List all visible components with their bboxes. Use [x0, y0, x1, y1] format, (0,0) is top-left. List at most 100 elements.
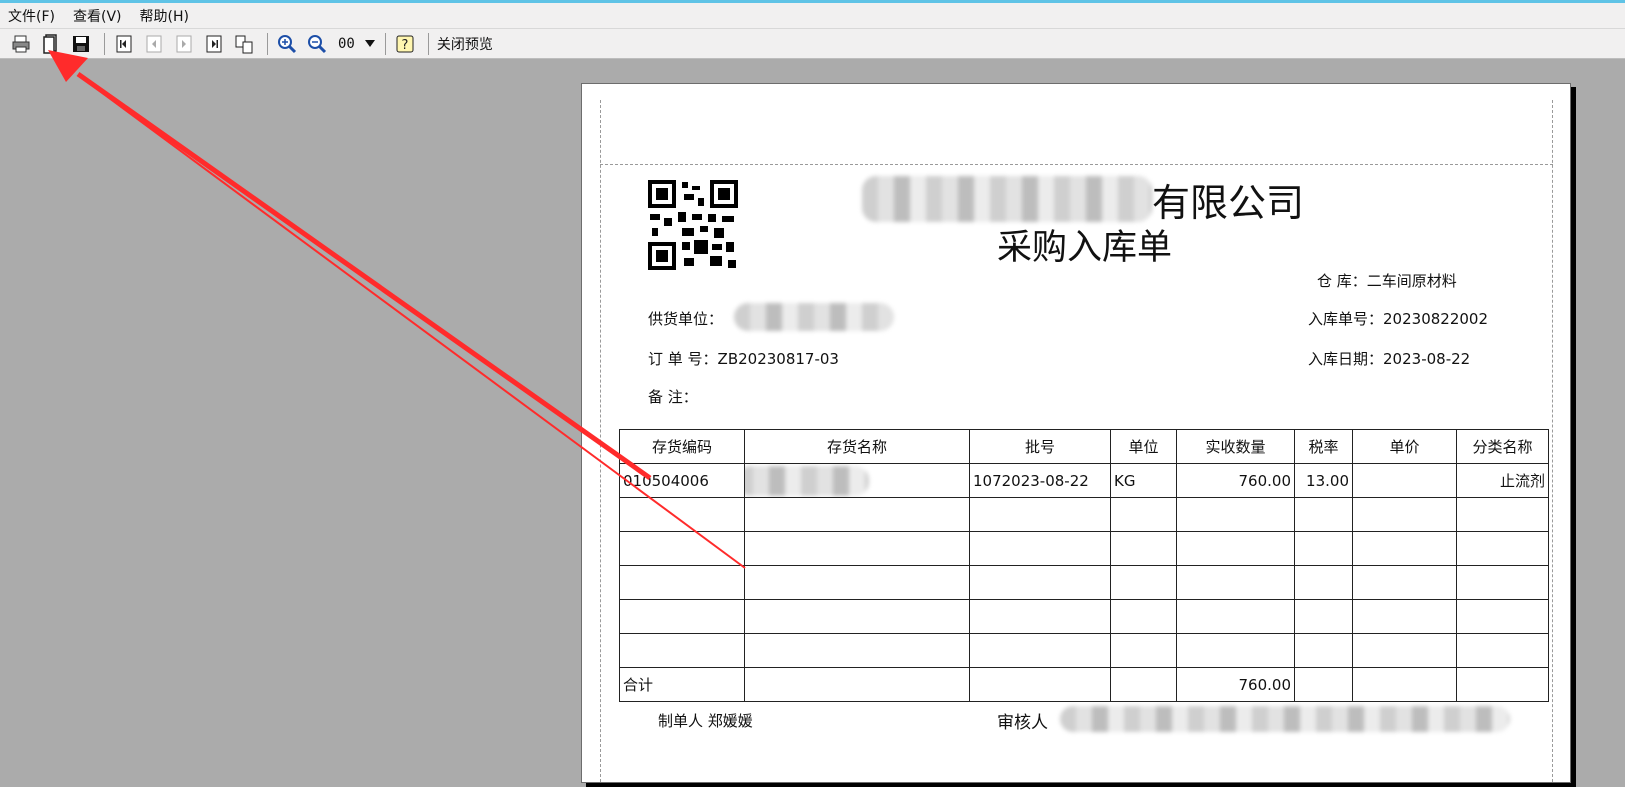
maker-value: 郑媛媛 — [707, 712, 753, 730]
close-preview-button[interactable]: 关闭预览 — [437, 34, 493, 54]
menu-view[interactable]: 查看(V) — [73, 6, 122, 26]
cell-code: 010504006 — [619, 463, 745, 498]
empty-cell — [1110, 531, 1177, 566]
table-row — [619, 531, 1549, 566]
redacted-company-name — [862, 176, 1152, 222]
empty-cell — [1294, 633, 1353, 668]
table-row — [619, 599, 1549, 634]
supplier-label: 供货单位： — [648, 310, 724, 328]
printer-icon — [12, 35, 30, 52]
empty-cell — [744, 599, 970, 634]
redacted-reviewer — [1060, 706, 1510, 732]
column-header: 单价 — [1352, 429, 1457, 464]
margin-guide-left — [600, 100, 601, 782]
toolbar-separator — [427, 32, 429, 55]
zoom-in-icon — [278, 34, 297, 53]
total-qty: 760.00 — [1176, 667, 1295, 702]
table-row — [619, 565, 1549, 600]
menu-help[interactable]: 帮助(H) — [140, 6, 189, 26]
maker-field: 制单人 郑媛媛 — [658, 710, 753, 731]
table-header-row: 存货编码 存货名称 批号 单位 实收数量 税率 单价 分类名称 — [619, 429, 1549, 464]
column-header: 分类名称 — [1456, 429, 1549, 464]
supplier-field: 供货单位： — [648, 308, 723, 329]
zoom-in-button[interactable] — [274, 32, 300, 56]
next-page-button[interactable] — [171, 32, 197, 56]
redacted-supplier-name — [734, 303, 894, 331]
empty-cell — [1176, 531, 1295, 566]
cell-tax: 13.00 — [1294, 463, 1353, 498]
multi-page-button[interactable] — [231, 32, 257, 56]
cell-unit: KG — [1110, 463, 1177, 498]
empty-cell — [1176, 599, 1295, 634]
save-button[interactable] — [68, 32, 94, 56]
cell-qty: 760.00 — [1176, 463, 1295, 498]
document-page: 有限公司 采购入库单 仓 库：二车间原材料 供货单位： 入库单号：2023082… — [581, 83, 1571, 783]
empty-cell — [1176, 633, 1295, 668]
empty-cell — [1294, 497, 1353, 532]
zoom-out-button[interactable] — [304, 32, 330, 56]
table-row: 010504006 1072023-08-22 KG 760.00 13.00 … — [619, 463, 1549, 498]
empty-cell — [1456, 633, 1549, 668]
empty-cell — [1110, 565, 1177, 600]
receipt-no-value: 20230822002 — [1383, 310, 1488, 328]
menu-bar: 文件(F) 查看(V) 帮助(H) — [0, 3, 1625, 29]
empty-cell — [619, 633, 745, 668]
column-header: 存货名称 — [744, 429, 970, 464]
page-setup-button[interactable] — [38, 32, 64, 56]
print-button[interactable] — [8, 32, 34, 56]
help-button[interactable]: ? — [392, 32, 418, 56]
last-page-icon — [206, 35, 222, 52]
table-row — [619, 497, 1549, 532]
empty-cell — [744, 565, 970, 600]
toolbar-separator — [384, 32, 386, 55]
empty-cell — [1294, 531, 1353, 566]
empty-cell — [1456, 599, 1549, 634]
svg-text:?: ? — [401, 38, 408, 53]
toolbar: 00 ? 关闭预览 — [0, 29, 1625, 59]
zoom-out-icon — [308, 34, 327, 53]
print-preview-area[interactable]: 有限公司 采购入库单 仓 库：二车间原材料 供货单位： 入库单号：2023082… — [0, 60, 1625, 787]
cell-batch: 1072023-08-22 — [969, 463, 1111, 498]
empty-cell — [619, 497, 745, 532]
empty-cell — [1352, 565, 1457, 600]
last-page-button[interactable] — [201, 32, 227, 56]
zoom-select[interactable]: 00 — [334, 32, 379, 56]
cell-price — [1352, 463, 1457, 498]
empty-cell — [1352, 599, 1457, 634]
empty-cell — [1294, 599, 1353, 634]
toolbar-separator — [104, 32, 105, 55]
date-value: 2023-08-22 — [1383, 350, 1471, 368]
empty-cell — [969, 667, 1111, 702]
empty-cell — [744, 531, 970, 566]
remark-field: 备 注： — [648, 386, 698, 407]
margin-guide-top — [600, 164, 1553, 165]
empty-cell — [1176, 565, 1295, 600]
column-header: 批号 — [969, 429, 1111, 464]
date-label: 入库日期： — [1308, 350, 1384, 368]
empty-cell — [1176, 497, 1295, 532]
multi-page-icon — [235, 35, 253, 53]
empty-cell — [1110, 599, 1177, 634]
maker-label: 制单人 — [658, 712, 704, 730]
table-total-row: 合计 760.00 — [619, 667, 1549, 702]
first-page-icon — [116, 35, 132, 52]
reviewer-field: 审核人 — [997, 708, 1048, 733]
company-name: 有限公司 — [1152, 181, 1305, 225]
empty-cell — [744, 667, 970, 702]
cell-name — [744, 463, 970, 498]
empty-cell — [619, 531, 745, 566]
column-header: 税率 — [1294, 429, 1353, 464]
empty-cell — [1110, 497, 1177, 532]
empty-cell — [1110, 633, 1177, 668]
first-page-button[interactable] — [111, 32, 137, 56]
empty-cell — [1110, 667, 1177, 702]
prev-page-button[interactable] — [141, 32, 167, 56]
toolbar-separator — [267, 32, 268, 55]
date-field: 入库日期：2023-08-22 — [1308, 348, 1470, 369]
items-table: 存货编码 存货名称 批号 单位 实收数量 税率 单价 分类名称 01050400… — [619, 429, 1549, 702]
menu-file[interactable]: 文件(F) — [8, 6, 55, 26]
save-icon — [73, 35, 89, 52]
empty-cell — [969, 599, 1111, 634]
reviewer-label: 审核人 — [997, 713, 1048, 733]
empty-cell — [1352, 497, 1457, 532]
